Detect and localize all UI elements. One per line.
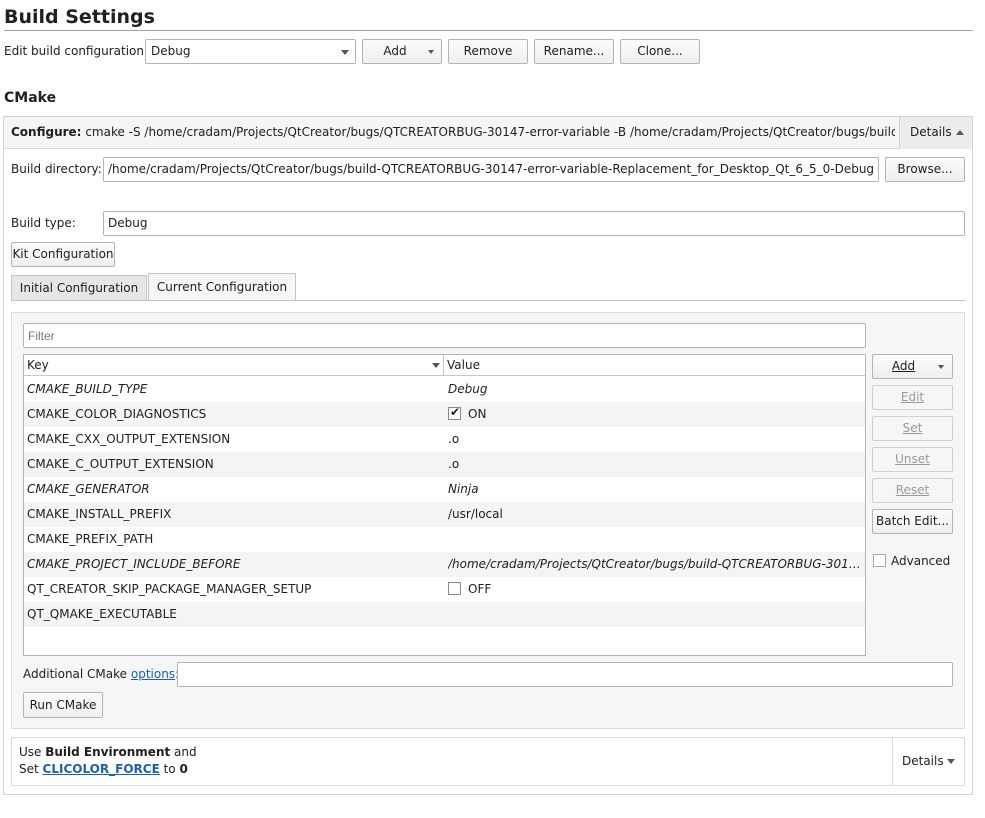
build-dir-input[interactable]: /home/cradam/Projects/QtCreator/bugs/bui… (103, 157, 879, 182)
row-value: .o (448, 432, 460, 446)
filter-input[interactable] (23, 323, 866, 348)
row-key: CMAKE_CXX_OUTPUT_EXTENSION (27, 432, 231, 446)
cmake-section-title: CMake (4, 90, 57, 106)
batch-edit-button[interactable]: Batch Edit... (872, 509, 953, 534)
advanced-checkbox[interactable]: Advanced (872, 553, 962, 571)
env-clicolor-value: 0 (179, 762, 188, 776)
kit-configuration-button[interactable]: Kit Configuration (11, 242, 115, 267)
row-key: CMAKE_PREFIX_PATH (27, 532, 154, 546)
row-value: Debug (448, 382, 488, 396)
chevron-down-icon (428, 50, 434, 54)
config-table: Key Value CMAKE_BUILD_TYPE Debug CMAKE_COL… (23, 354, 866, 656)
additional-options-input[interactable] (177, 662, 953, 687)
add-config-label: Add (383, 44, 407, 58)
table-header: Key Value (24, 355, 865, 376)
checkmark-icon: ✔ (450, 407, 461, 419)
table-row[interactable]: CMAKE_CXX_OUTPUT_EXTENSION .o (24, 427, 865, 452)
tab-initial-configuration[interactable]: Initial Configuration (11, 275, 147, 300)
sort-indicator-icon (432, 363, 440, 368)
env-build-environment: Build Environment (45, 745, 171, 759)
title-divider (4, 30, 973, 31)
build-config-selected: Debug (151, 44, 191, 58)
column-header-value[interactable]: Value (445, 355, 865, 376)
row-value-checkbox[interactable] (448, 582, 461, 595)
run-cmake-button[interactable]: Run CMake (23, 692, 103, 718)
page-title: Build Settings (4, 6, 155, 28)
rename-config-button[interactable]: Rename... (534, 39, 614, 64)
table-row[interactable]: CMAKE_PROJECT_INCLUDE_BEFORE/home/cradam… (24, 552, 865, 577)
row-key: CMAKE_PROJECT_INCLUDE_BEFORE (27, 557, 241, 571)
configure-summary: Configure: cmake -S /home/cradam/Project… (11, 125, 895, 139)
row-value: OFF (448, 582, 862, 598)
table-row[interactable]: CMAKE_C_OUTPUT_EXTENSION .o (24, 452, 865, 477)
clicolor-force-link[interactable]: CLICOLOR_FORCE (43, 762, 160, 776)
env-line1-prefix: Use (19, 745, 46, 759)
add-variable-label: Add (891, 359, 916, 373)
edit-variable-button[interactable]: Edit (872, 385, 953, 410)
environment-details-label: Details (902, 754, 944, 768)
chevron-down-icon (938, 365, 944, 369)
add-variable-button[interactable]: Add (872, 354, 953, 379)
env-line2-prefix: Set (19, 762, 43, 776)
table-row[interactable]: CMAKE_PREFIX_PATH (24, 527, 865, 552)
row-value-text: ON (468, 407, 487, 421)
env-line1-suffix: and (170, 745, 197, 759)
browse-button[interactable]: Browse... (885, 157, 965, 182)
configure-command: cmake -S /home/cradam/Projects/QtCreator… (85, 125, 895, 139)
options-link[interactable]: options (131, 667, 175, 681)
row-value: Ninja (448, 482, 479, 496)
table-row[interactable]: CMAKE_COLOR_DIAGNOSTICS ✔ ON (24, 402, 865, 427)
chevron-down-icon (947, 759, 955, 764)
build-type-label: Build type: (11, 216, 76, 230)
chevron-up-icon (956, 130, 964, 135)
env-line2-mid: to (159, 762, 180, 776)
column-value-label: Value (447, 358, 480, 372)
environment-line-2: Set CLICOLOR_FORCE to 0 (19, 762, 188, 776)
row-value: /usr/local (448, 507, 503, 521)
tab-current-configuration[interactable]: Current Configuration (148, 273, 296, 301)
environment-details-toggle[interactable]: Details (892, 738, 964, 785)
column-key-label: Key (27, 358, 49, 372)
row-key: CMAKE_BUILD_TYPE (27, 382, 148, 396)
table-row[interactable]: QT_CREATOR_SKIP_PACKAGE_MANAGER_SETUP OFF (24, 577, 865, 602)
add-config-button[interactable]: Add (362, 39, 442, 64)
edit-build-config-label: Edit build configuration: (4, 44, 149, 58)
clone-config-button[interactable]: Clone... (620, 39, 700, 64)
configure-details-label: Details (910, 125, 952, 139)
table-row[interactable]: QT_QMAKE_EXECUTABLE (24, 602, 865, 627)
build-config-select[interactable]: Debug (145, 39, 356, 64)
row-value-checkbox[interactable]: ✔ (448, 407, 461, 420)
row-value: /home/cradam/Projects/QtCreator/bugs/bui… (448, 557, 862, 571)
build-dir-label: Build directory: (11, 162, 102, 176)
row-value-text: OFF (468, 582, 492, 596)
row-key: QT_CREATOR_SKIP_PACKAGE_MANAGER_SETUP (27, 582, 312, 596)
additional-options-label: Additional CMake options: (23, 667, 179, 681)
unset-variable-button[interactable]: Unset (872, 447, 953, 472)
chevron-down-icon (341, 50, 349, 55)
table-row[interactable]: CMAKE_BUILD_TYPE Debug (24, 377, 865, 402)
table-row[interactable]: CMAKE_GENERATOR Ninja (24, 477, 865, 502)
row-key: CMAKE_GENERATOR (27, 482, 150, 496)
set-variable-button[interactable]: Set (872, 416, 953, 441)
row-key: CMAKE_COLOR_DIAGNOSTICS (27, 407, 207, 421)
advanced-label: Advanced (891, 554, 951, 568)
row-key: CMAKE_C_OUTPUT_EXTENSION (27, 457, 214, 471)
advanced-checkbox-box[interactable] (873, 554, 886, 567)
additional-options-prefix: Additional CMake (23, 667, 131, 681)
row-value: ✔ ON (448, 407, 862, 423)
column-header-key[interactable]: Key (24, 355, 444, 376)
row-key: QT_QMAKE_EXECUTABLE (27, 607, 177, 621)
configure-details-toggle[interactable]: Details (899, 117, 972, 149)
tabs-divider (11, 300, 965, 301)
environment-line-1: Use Build Environment and (19, 745, 197, 759)
row-value: .o (448, 457, 460, 471)
table-row[interactable]: CMAKE_INSTALL_PREFIX/usr/local (24, 502, 865, 527)
row-key: CMAKE_INSTALL_PREFIX (27, 507, 172, 521)
configure-label: Configure: (11, 125, 82, 139)
reset-variable-button[interactable]: Reset (872, 478, 953, 503)
remove-config-button[interactable]: Remove (448, 39, 528, 64)
build-type-input[interactable]: Debug (103, 211, 965, 236)
